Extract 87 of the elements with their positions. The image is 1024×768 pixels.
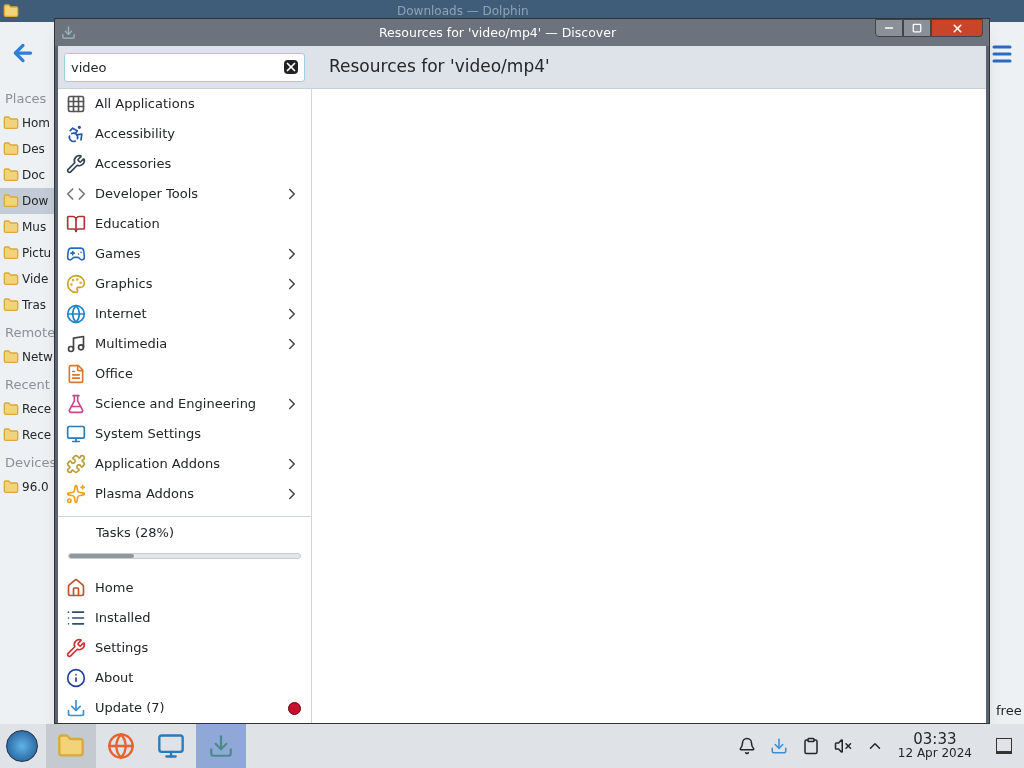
category-item[interactable]: Office xyxy=(58,359,311,389)
page-title: Resources for 'video/mp4' xyxy=(329,55,550,79)
download-icon xyxy=(66,698,86,718)
puzzle-icon xyxy=(66,454,86,474)
clipboard-icon[interactable] xyxy=(801,737,820,755)
places-item[interactable]: Doc xyxy=(0,162,54,188)
folder-icon xyxy=(3,219,19,235)
category-item[interactable]: Developer Tools xyxy=(58,179,311,209)
close-button[interactable] xyxy=(931,19,983,37)
house-icon xyxy=(66,578,86,598)
places-item[interactable]: Rece xyxy=(0,422,54,448)
nav-item[interactable]: Update (7) xyxy=(58,693,311,723)
places-item[interactable]: Tras xyxy=(0,292,54,318)
category-item[interactable]: Application Addons xyxy=(58,449,311,479)
show-desktop-button[interactable] xyxy=(996,738,1012,754)
monitor-icon xyxy=(157,732,185,760)
category-item[interactable]: Graphics xyxy=(58,269,311,299)
gamepad-icon xyxy=(66,244,86,264)
muted-speaker-icon[interactable] xyxy=(833,737,852,755)
places-item[interactable]: Des xyxy=(0,136,54,162)
accessibility-icon xyxy=(66,124,86,144)
category-item[interactable]: System Settings xyxy=(58,419,311,449)
category-item[interactable]: Science and Engineering xyxy=(58,389,311,419)
update-icon[interactable] xyxy=(769,737,788,755)
nav-item[interactable]: About xyxy=(58,663,311,693)
folder-icon xyxy=(3,479,19,495)
palette-icon xyxy=(66,274,86,294)
category-item[interactable]: Internet xyxy=(58,299,311,329)
flask-icon xyxy=(66,394,86,414)
folder-icon xyxy=(3,3,19,19)
nav-item[interactable]: Installed xyxy=(58,603,311,633)
folder-icon xyxy=(3,193,19,209)
browser-icon xyxy=(107,732,135,760)
nav-item[interactable]: Settings xyxy=(58,633,311,663)
folder-icon xyxy=(3,141,19,157)
monitor-icon xyxy=(66,424,86,444)
category-item[interactable]: Plasma Addons xyxy=(58,479,311,509)
category-item[interactable]: Accessories xyxy=(58,149,311,179)
places-item[interactable]: Netw xyxy=(0,344,54,370)
maximize-icon xyxy=(912,23,922,33)
category-item[interactable]: Multimedia xyxy=(58,329,311,359)
folder-icon xyxy=(3,349,19,365)
start-orb-icon[interactable] xyxy=(6,730,38,762)
list-icon xyxy=(66,608,86,628)
places-item[interactable]: 96.0 xyxy=(0,474,54,500)
minimize-button[interactable] xyxy=(875,19,903,37)
folder-icon xyxy=(57,732,85,760)
music-icon xyxy=(66,334,86,354)
places-item[interactable]: Dow xyxy=(0,188,54,214)
info-icon xyxy=(66,668,86,688)
category-item[interactable]: Games xyxy=(58,239,311,269)
places-item[interactable]: Mus xyxy=(0,214,54,240)
close-icon xyxy=(950,21,964,35)
maximize-button[interactable] xyxy=(903,19,931,37)
folder-icon xyxy=(3,401,19,417)
folder-icon xyxy=(3,245,19,261)
globe-icon xyxy=(66,304,86,324)
tools-icon xyxy=(66,638,86,658)
folder-icon xyxy=(3,297,19,313)
window-title: Downloads — Dolphin xyxy=(397,3,529,20)
category-item[interactable]: Education xyxy=(58,209,311,239)
places-item[interactable]: Rece xyxy=(0,396,54,422)
category-item[interactable]: Accessibility xyxy=(58,119,311,149)
bell-icon[interactable] xyxy=(737,737,756,755)
grid-icon xyxy=(66,94,86,114)
section-heading: Devices xyxy=(4,454,54,472)
category-item[interactable]: All Applications xyxy=(58,89,311,119)
folder-icon xyxy=(3,115,19,131)
section-heading: Remote xyxy=(4,324,54,342)
clock[interactable]: 03:33 12 Apr 2024 xyxy=(897,732,972,760)
search-field[interactable]: video xyxy=(64,52,305,82)
window-title: Resources for 'video/mp4' — Discover xyxy=(379,24,617,42)
places-item[interactable]: Vide xyxy=(0,266,54,292)
free-space-label: free xyxy=(996,702,1022,720)
sparkle-icon xyxy=(66,484,86,504)
folder-icon xyxy=(3,167,19,183)
places-item[interactable]: Pictu xyxy=(0,240,54,266)
folder-icon xyxy=(3,427,19,443)
book-icon xyxy=(66,214,86,234)
wrench-icon xyxy=(66,154,86,174)
folder-icon xyxy=(3,271,19,287)
places-item[interactable]: Hom xyxy=(0,110,54,136)
tasks-label: Tasks (28%) xyxy=(96,524,175,542)
nav-item[interactable]: Home xyxy=(58,573,311,603)
section-heading: Places xyxy=(4,90,48,108)
section-heading: Recent xyxy=(4,376,51,394)
document-icon xyxy=(66,364,86,384)
